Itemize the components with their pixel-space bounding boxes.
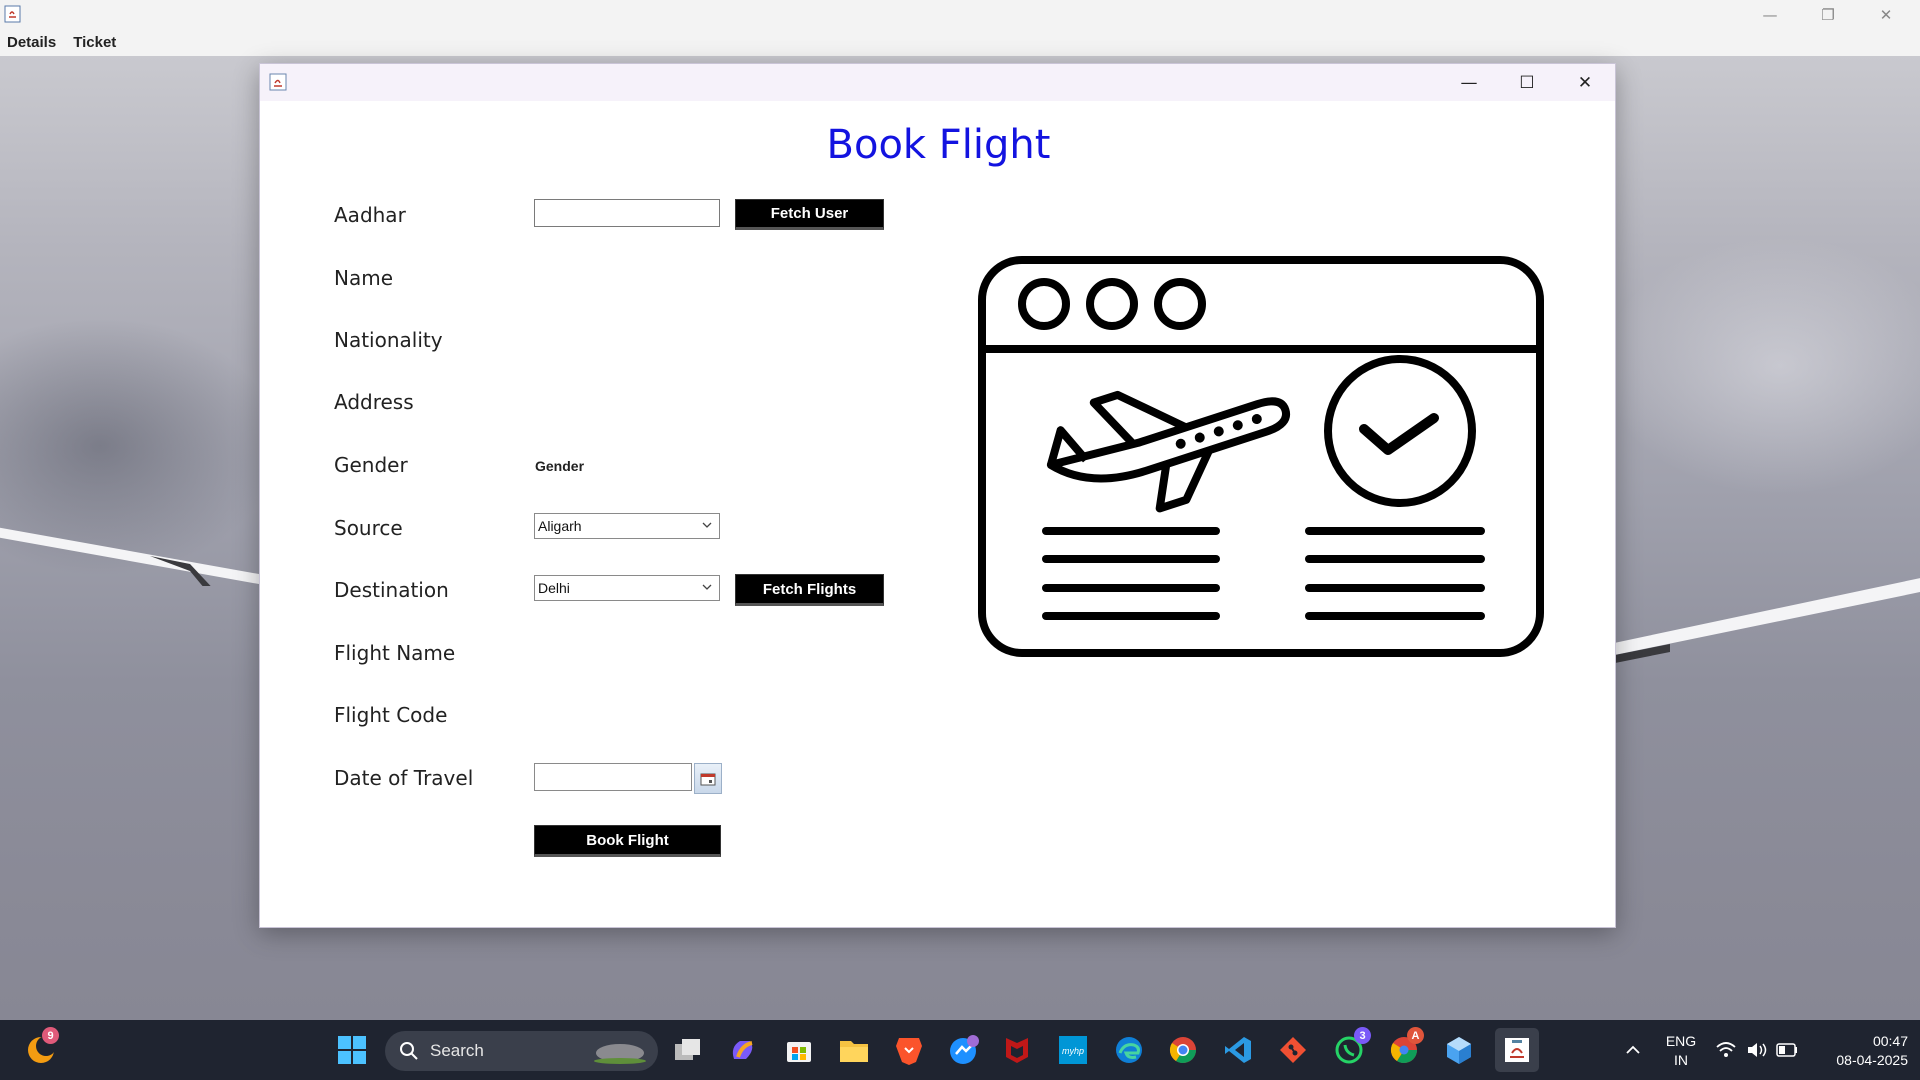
vscode-icon[interactable] <box>1219 1031 1257 1069</box>
menu-ticket[interactable]: Ticket <box>73 34 116 51</box>
dialog-close-button[interactable]: ✕ <box>1556 64 1614 101</box>
date-of-travel-input[interactable] <box>534 763 692 791</box>
taskbar: 9 Search myhp 3 A ENG IN 00:47 08-04-202… <box>0 1020 1920 1080</box>
cloud-shape <box>1600 236 1920 496</box>
book-flight-button[interactable]: Book Flight <box>534 825 721 857</box>
java-app-icon <box>4 5 21 23</box>
chrome-profile-icon[interactable]: A <box>1385 1027 1424 1069</box>
menubar: Details Ticket <box>0 29 1920 56</box>
language-region: IN <box>1674 1052 1688 1068</box>
task-view-icon[interactable] <box>669 1031 707 1069</box>
mcafee-icon[interactable] <box>998 1031 1036 1069</box>
whatsapp-badge: 3 <box>1354 1027 1371 1044</box>
search-label: Search <box>430 1041 484 1060</box>
language-code: ENG <box>1665 1033 1697 1049</box>
taskbar-search-box[interactable]: Search <box>385 1031 658 1071</box>
chrome-profile-badge: A <box>1407 1027 1424 1044</box>
chevron-up-icon[interactable] <box>1614 1031 1652 1069</box>
form-title: Book Flight <box>826 122 1051 168</box>
store-icon[interactable] <box>780 1031 818 1069</box>
copilot-icon[interactable] <box>724 1031 762 1069</box>
gender-label: Gender <box>334 453 408 477</box>
edge-icon[interactable] <box>1110 1031 1148 1069</box>
search-highlight-image <box>594 1044 646 1064</box>
chevron-down-icon <box>702 584 712 590</box>
book-flight-dialog: — ☐ ✕ Book Flight Aadhar Fetch User Name… <box>259 63 1616 928</box>
moon-app-icon[interactable]: 9 <box>22 1027 60 1069</box>
java-icon[interactable] <box>1495 1028 1539 1072</box>
java-app-icon <box>269 73 287 91</box>
dialog-maximize-button[interactable]: ☐ <box>1498 64 1556 101</box>
aadhar-label: Aadhar <box>334 203 406 227</box>
myhp-icon[interactable]: myhp <box>1054 1031 1092 1069</box>
destination-dropdown[interactable]: Delhi <box>534 575 720 601</box>
fetch-user-button[interactable]: Fetch User <box>735 199 884 230</box>
svg-text:myhp: myhp <box>1062 1046 1084 1056</box>
outer-minimize-button[interactable]: — <box>1742 0 1798 29</box>
whatsapp-icon[interactable]: 3 <box>1330 1027 1371 1069</box>
calendar-button[interactable] <box>694 763 722 794</box>
flight-name-label: Flight Name <box>334 641 456 665</box>
aadhar-input[interactable] <box>534 199 720 227</box>
app-badge: 9 <box>42 1027 59 1044</box>
chevron-down-icon <box>702 522 712 528</box>
date-of-travel-label: Date of Travel <box>334 766 474 790</box>
search-icon <box>400 1042 418 1060</box>
app-cube-icon[interactable] <box>1440 1031 1478 1069</box>
messenger-icon[interactable] <box>945 1031 983 1069</box>
destination-selected: Delhi <box>538 580 570 596</box>
clock-date: 08-04-2025 <box>1836 1052 1908 1068</box>
outer-close-button[interactable]: ✕ <box>1858 0 1914 29</box>
dialog-minimize-button[interactable]: — <box>1440 64 1498 101</box>
airplane-wing-right <box>1600 578 1920 666</box>
git-icon[interactable] <box>1274 1031 1312 1069</box>
source-label: Source <box>334 516 403 540</box>
calendar-icon <box>700 773 716 785</box>
fetch-flights-button[interactable]: Fetch Flights <box>735 574 884 606</box>
outer-restore-button[interactable]: ❐ <box>1800 0 1856 29</box>
nationality-label: Nationality <box>334 328 443 352</box>
destination-label: Destination <box>334 578 449 602</box>
dialog-titlebar: — ☐ ✕ <box>260 64 1615 101</box>
outer-titlebar: — ❐ ✕ <box>0 0 1920 29</box>
source-dropdown[interactable]: Aligarh <box>534 513 720 539</box>
source-selected: Aligarh <box>538 518 582 534</box>
clock[interactable]: 00:47 08-04-2025 <box>1808 1032 1908 1070</box>
name-label: Name <box>334 266 394 290</box>
flight-code-label: Flight Code <box>334 703 448 727</box>
address-label: Address <box>334 390 414 414</box>
flight-booking-icon <box>978 256 1544 657</box>
gender-value: Gender <box>535 458 585 474</box>
language-indicator[interactable]: ENG IN <box>1663 1032 1699 1070</box>
battery-icon[interactable] <box>1768 1031 1806 1069</box>
start-icon[interactable] <box>333 1031 371 1069</box>
clock-time: 00:47 <box>1872 1033 1908 1049</box>
menu-details[interactable]: Details <box>7 34 56 51</box>
chrome-icon[interactable] <box>1164 1031 1202 1069</box>
airplane-wing-left <box>0 527 270 586</box>
file-explorer-icon[interactable] <box>835 1031 873 1069</box>
brave-icon[interactable] <box>890 1031 928 1069</box>
